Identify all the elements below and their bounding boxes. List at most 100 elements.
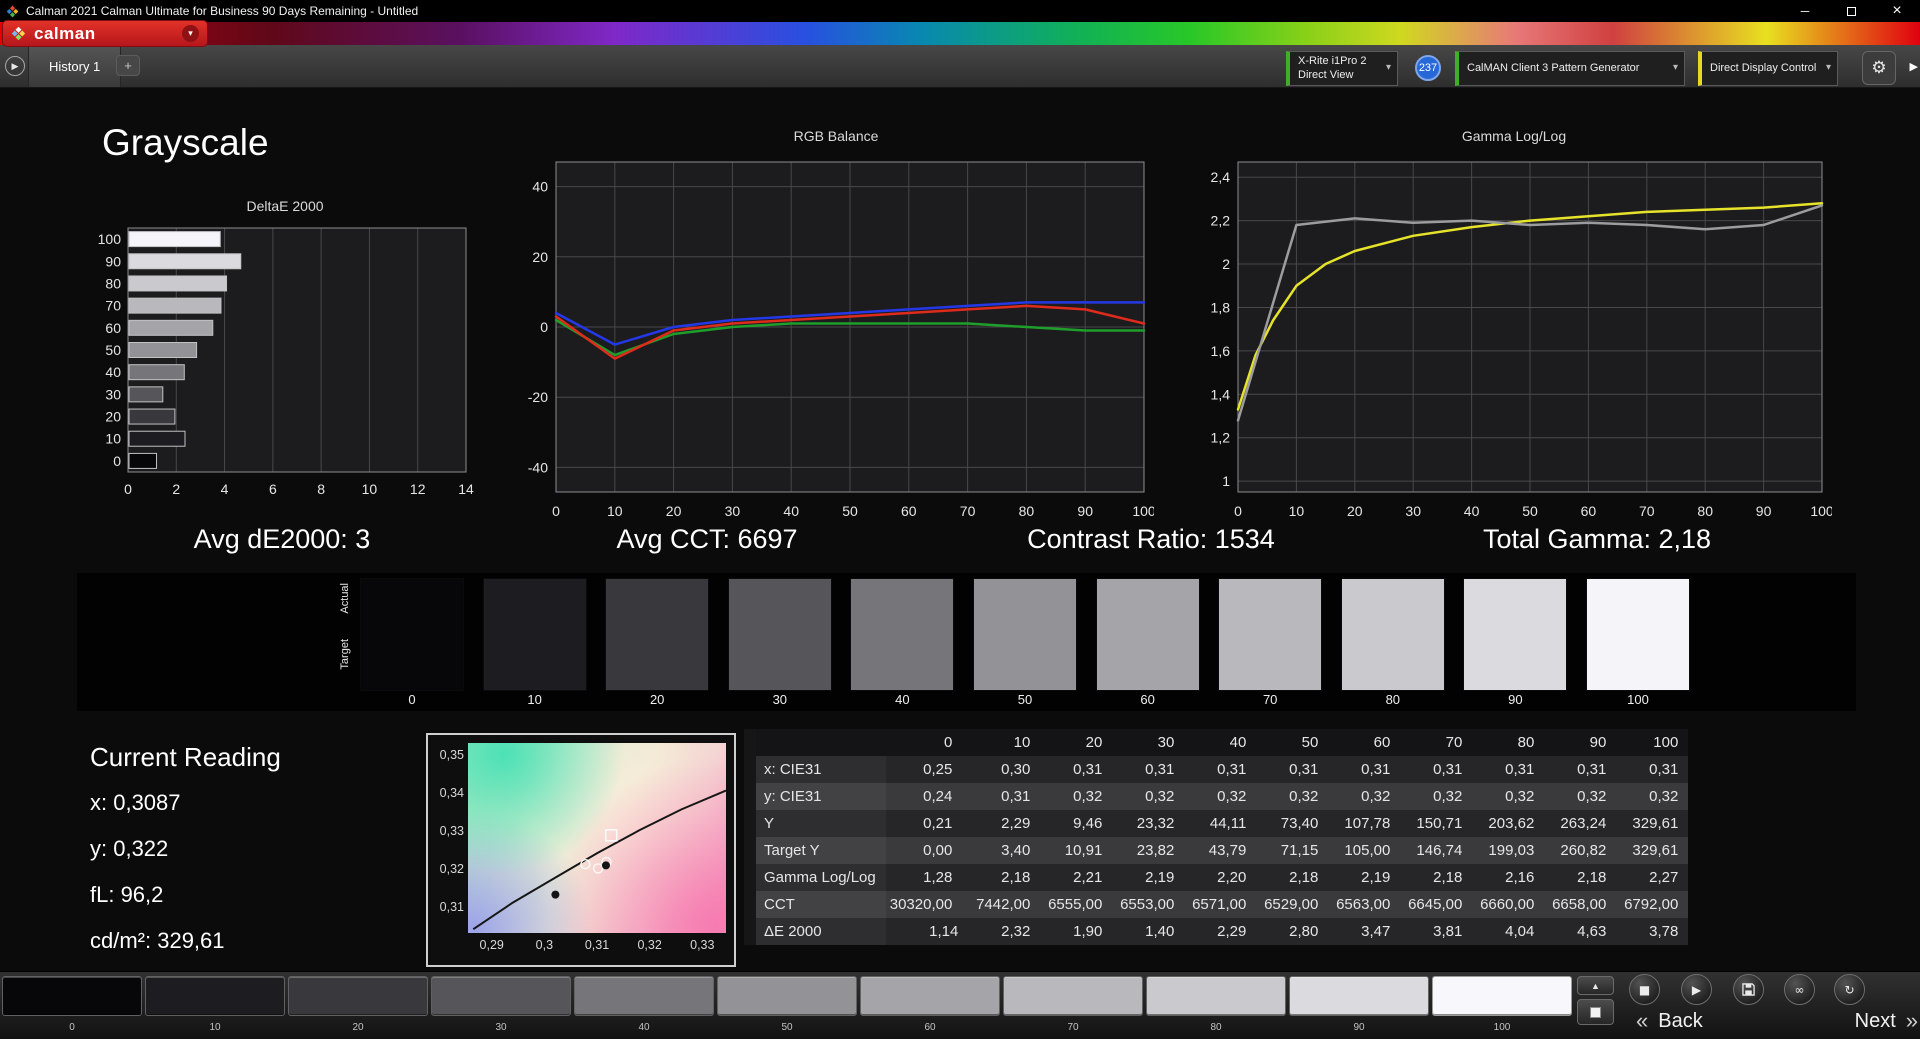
continuous-read-button[interactable]: ∞ [1784,974,1815,1005]
pattern-level-button-70[interactable] [1003,976,1143,1016]
add-tab-button[interactable]: + [116,55,140,76]
table-cell: 2,27 [1649,869,1679,886]
table-cell: 3,40 [1001,842,1031,859]
table-cell: 329,61 [1632,815,1679,832]
svg-text:6: 6 [269,481,277,497]
pattern-level-button-50[interactable] [717,976,857,1016]
pattern-level-button-40[interactable] [574,976,714,1016]
calman-menu-dropdown[interactable]: ▾ [182,25,199,42]
cie-x-tick-label: 0,33 [690,938,715,952]
table-column-header: 10 [1013,734,1031,751]
svg-text:10: 10 [1289,503,1305,519]
table-column-header: 100 [1653,734,1679,751]
table-cell: 10,91 [1064,842,1103,859]
pattern-level-button-20[interactable] [288,976,428,1016]
pattern-level-label: 20 [352,1022,364,1033]
refresh-button[interactable]: ↻ [1834,974,1865,1005]
table-cell: 0,32 [1289,788,1319,805]
deltae-bar [128,342,198,358]
table-cell: 0,25 [923,761,953,778]
grayscale-patch-label: 100 [1627,692,1649,707]
display-control-dropdown[interactable]: Direct Display Control ▾ [1698,51,1838,86]
play-button[interactable]: ▶ [1681,974,1712,1005]
table-row-label: Y [750,810,886,837]
table-cell: 1,40 [1145,923,1175,940]
grayscale-patch-label: 50 [1017,692,1033,707]
cie-x-tick-label: 0,31 [584,938,610,952]
pattern-level-label: 60 [924,1022,936,1033]
back-button[interactable]: Back [1658,1010,1702,1033]
svg-text:2: 2 [1222,256,1230,272]
badge-count: 237 [1418,62,1438,74]
pattern-popup-button[interactable]: ▲ [1577,976,1614,995]
meter-status-badge[interactable]: 237 [1415,55,1441,81]
pattern-level-label: 80 [1210,1022,1222,1033]
table-cell: 0,32 [1433,788,1463,805]
table-row-label: Target Y [750,837,886,864]
save-button[interactable] [1733,974,1764,1005]
table-cell: 0,00 [923,842,953,859]
table-cell: 2,29 [1217,923,1247,940]
pattern-window-button[interactable] [1577,999,1614,1025]
next-button[interactable]: Next [1855,1010,1896,1033]
cie-x-tick-label: 0,3 [535,938,554,952]
svg-text:10: 10 [607,503,623,519]
pattern-generator-dropdown[interactable]: CalMAN Client 3 Pattern Generator ▾ [1455,51,1685,86]
layout-nav-button[interactable]: ▶ [5,56,25,76]
pattern-level-button-80[interactable] [1146,976,1286,1016]
gamma-chart-widget: Gamma Log/Log 0 10 20 30 40 50 60 70 80 90 100 2,4 2… [1196,128,1834,527]
pattern-level-label: 90 [1353,1022,1365,1033]
pattern-level-button-0[interactable] [2,976,142,1016]
cie-x-tick-label: 0,29 [479,938,504,952]
table-cell: 0,31 [1001,788,1031,805]
pattern-level-button-30[interactable] [431,976,571,1016]
pattern-level-button-100[interactable] [1432,976,1572,1016]
table-cell: 0,32 [1649,788,1679,805]
close-button[interactable]: × [1874,0,1920,22]
settings-button[interactable]: ⚙ [1862,51,1896,85]
deltae-chart-title: DeltaE 2000 [246,198,324,214]
svg-text:1,4: 1,4 [1211,386,1231,402]
table-cell: 0,32 [1361,788,1391,805]
gamma-chart-svg: 0 10 20 30 40 50 60 70 80 90 100 2,4 2,2 2 1,8 1,6 1,4 1,… [1211,161,1834,519]
pattern-level-label: 100 [1493,1022,1511,1033]
table-row: ΔE 2000 1,14 2,32 1,90 1,40 2,29 2,80 3,47 3,81 4… [750,918,1689,945]
minimize-icon: ─ [1800,4,1810,18]
cie-y-tick-label: 0,35 [439,748,464,763]
svg-text:0: 0 [1234,503,1242,519]
meter-dropdown[interactable]: X-Rite i1Pro 2 Direct View ▾ [1286,51,1398,86]
minimize-button[interactable]: ─ [1782,0,1828,22]
pattern-level-label: 0 [69,1022,75,1033]
grayscale-patch-0 [360,578,464,691]
deltae-bar [128,430,186,447]
stop-button[interactable]: ■ [1629,974,1660,1005]
table-cell: 6660,00 [1480,896,1535,913]
table-column-header: 70 [1445,734,1463,751]
pattern-level-button-90[interactable] [1289,976,1429,1016]
pattern-level-button-60[interactable] [860,976,1000,1016]
stat-total-gamma: Total Gamma: 2,18 [1482,524,1712,554]
table-cell: 3,81 [1433,923,1463,940]
svg-text:30: 30 [105,386,121,402]
current-reading-title: Current Reading [90,742,281,772]
table-cell: 3,47 [1361,923,1391,940]
planckian-locus [472,789,727,931]
table-cell: 23,82 [1136,842,1175,859]
maximize-button[interactable] [1828,0,1874,22]
table-cell: 73,40 [1280,815,1319,832]
titlebar: Calman 2021 Calman Ultimate for Business… [0,0,1920,22]
cie-point-marker [601,861,610,870]
table-row-label: Gamma Log/Log [750,864,886,891]
table-cell: 43,79 [1208,842,1247,859]
refresh-icon: ↻ [1844,982,1855,997]
tab-history-1[interactable]: History 1 [28,45,122,87]
pattern-level-button-10[interactable] [145,976,285,1016]
panel-expand-button[interactable]: ▶ [1910,60,1918,73]
deltae-bar [128,319,214,336]
svg-text:0: 0 [552,503,560,519]
meter-label: X-Rite i1Pro 2 Direct View [1298,54,1367,81]
table-column-header: 20 [1085,734,1103,751]
calman-menu-button[interactable]: calman ▾ [2,20,208,47]
grayscale-patch-label: 10 [527,692,542,707]
deltae-bar [128,408,176,425]
